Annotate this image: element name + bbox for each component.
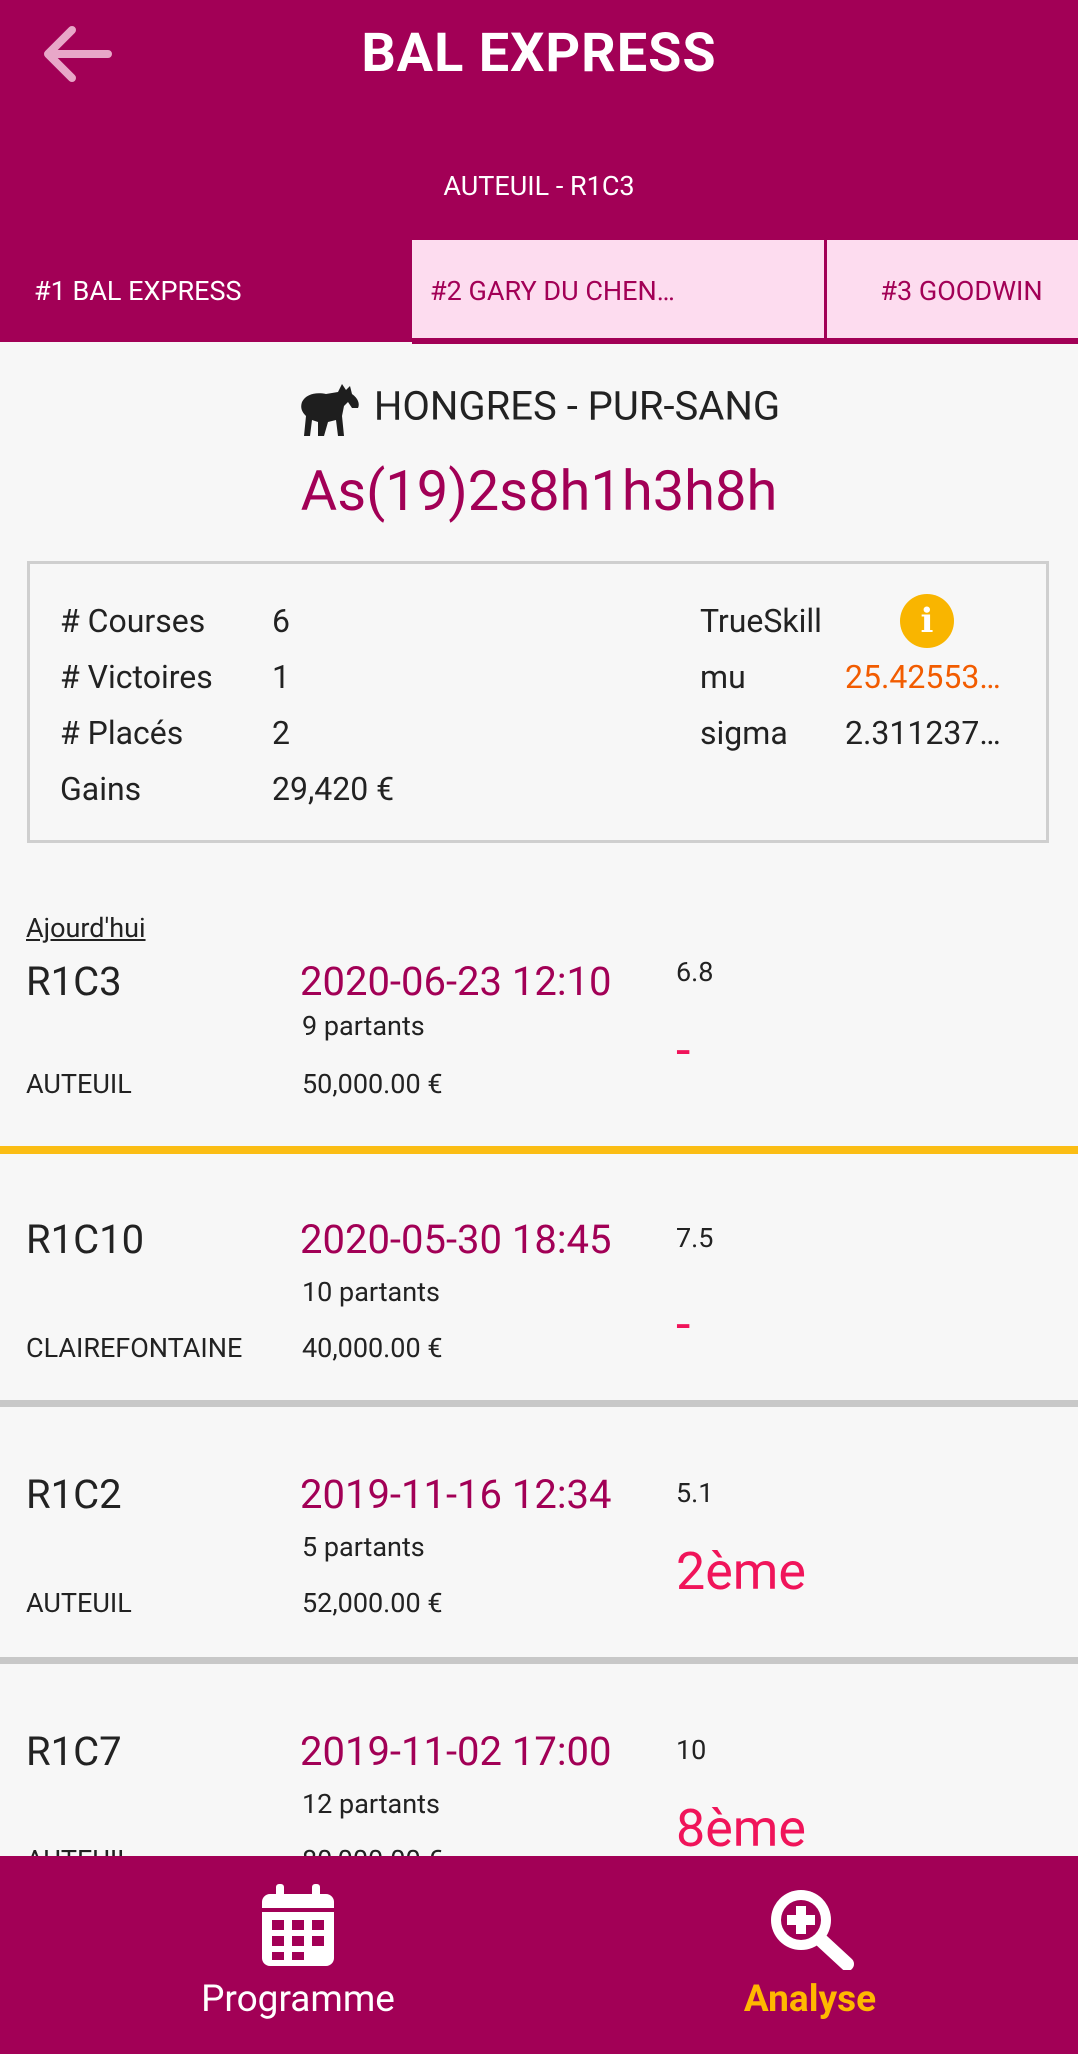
race-place: CLAIREFONTAINE [26, 1332, 243, 1364]
courses-value: 6 [272, 602, 290, 640]
today-separator [0, 1146, 1078, 1154]
race-place: AUTEUIL [26, 1587, 132, 1619]
nav-analyse[interactable]: Analyse [660, 1856, 960, 2054]
race-place: AUTEUIL [26, 1844, 132, 1856]
race-row[interactable]: R1C2 2019-11-16 12:34 5 partants AUTEUIL… [0, 1407, 1078, 1657]
race-code: R1C10 [26, 1216, 145, 1263]
race-result: - [676, 1020, 691, 1081]
race-datetime: 2019-11-16 12:34 [300, 1471, 612, 1518]
race-datetime: 2019-11-02 17:00 [300, 1728, 612, 1775]
horse-icon [301, 384, 359, 436]
race-result: 2ème [676, 1541, 806, 1602]
gains-value: 29,420 € [272, 770, 395, 808]
horse-music: As(19)2s8h1h3h8h [300, 458, 778, 524]
race-row[interactable]: R1C10 2020-05-30 18:45 10 partants CLAIR… [0, 1154, 1078, 1400]
trueskill-label: TrueSkill [700, 602, 822, 640]
sigma-value: 2.311237… [845, 714, 1001, 752]
race-cote: 10 [676, 1734, 707, 1766]
victoires-label: # Victoires [60, 658, 213, 696]
gains-label: Gains [60, 770, 142, 808]
info-icon[interactable]: i [900, 594, 954, 648]
sigma-label: sigma [700, 714, 788, 752]
horse-tabs: #1 BAL EXPRESS #2 GARY DU CHEN… #3 GOODW… [0, 240, 1078, 342]
tab-gary-du-chen[interactable]: #2 GARY DU CHEN… [412, 240, 824, 342]
horse-category-line: HONGRES - PUR-SANG [0, 380, 1078, 438]
race-prize: 80,000.00 € [302, 1844, 443, 1856]
today-label: Ajourd'hui [26, 912, 146, 944]
nav-analyse-label: Analyse [743, 1978, 877, 2021]
places-value: 2 [272, 714, 290, 752]
race-partants: 5 partants [302, 1531, 425, 1563]
race-result: 8ème [676, 1798, 806, 1856]
race-partants: 12 partants [302, 1788, 440, 1820]
race-separator [0, 1657, 1078, 1664]
race-datetime: 2020-06-23 12:10 [300, 958, 612, 1005]
nav-programme[interactable]: Programme [150, 1856, 446, 2054]
race-cote: 6.8 [676, 956, 714, 988]
mu-label: mu [700, 658, 746, 696]
race-code: R1C3 [26, 958, 122, 1005]
tab-goodwin[interactable]: #3 GOODWIN [827, 240, 1078, 342]
nav-programme-label: Programme [201, 1978, 395, 2021]
race-cote: 5.1 [676, 1477, 714, 1509]
page-title: BAL EXPRESS [361, 22, 717, 85]
race-cote: 7.5 [676, 1222, 714, 1254]
race-prize: 50,000.00 € [302, 1068, 443, 1100]
horse-category: HONGRES - PUR-SANG [373, 382, 781, 430]
victoires-value: 1 [272, 658, 290, 696]
race-datetime: 2020-05-30 18:45 [300, 1216, 612, 1263]
magnify-plus-icon [771, 1890, 854, 1970]
race-separator [0, 1400, 1078, 1407]
tab-bal-express[interactable]: #1 BAL EXPRESS [0, 240, 410, 342]
calendar-icon [262, 1884, 334, 1966]
race-row[interactable]: R1C3 2020-06-23 12:10 9 partants AUTEUIL… [0, 950, 1078, 1146]
race-prize: 40,000.00 € [302, 1332, 443, 1364]
app-header: BAL EXPRESS AUTEUIL - R1C3 [0, 0, 1078, 240]
mu-value: 25.42553… [845, 658, 1001, 696]
race-code: R1C7 [26, 1728, 122, 1775]
race-place: AUTEUIL [26, 1068, 132, 1100]
stats-panel: # Courses 6 # Victoires 1 # Placés 2 Gai… [27, 561, 1049, 843]
places-label: # Placés [60, 714, 184, 752]
courses-label: # Courses [60, 602, 206, 640]
race-result: - [676, 1294, 691, 1355]
race-prize: 52,000.00 € [302, 1587, 443, 1619]
race-subtitle: AUTEUIL - R1C3 [443, 170, 635, 202]
race-row[interactable]: R1C7 2019-11-02 17:00 12 partants AUTEUI… [0, 1664, 1078, 1856]
bottom-navigation: Programme Analyse [0, 1856, 1078, 2054]
tab-divider [412, 338, 1078, 344]
race-code: R1C2 [26, 1471, 122, 1518]
race-partants: 9 partants [302, 1010, 425, 1042]
race-partants: 10 partants [302, 1276, 440, 1308]
